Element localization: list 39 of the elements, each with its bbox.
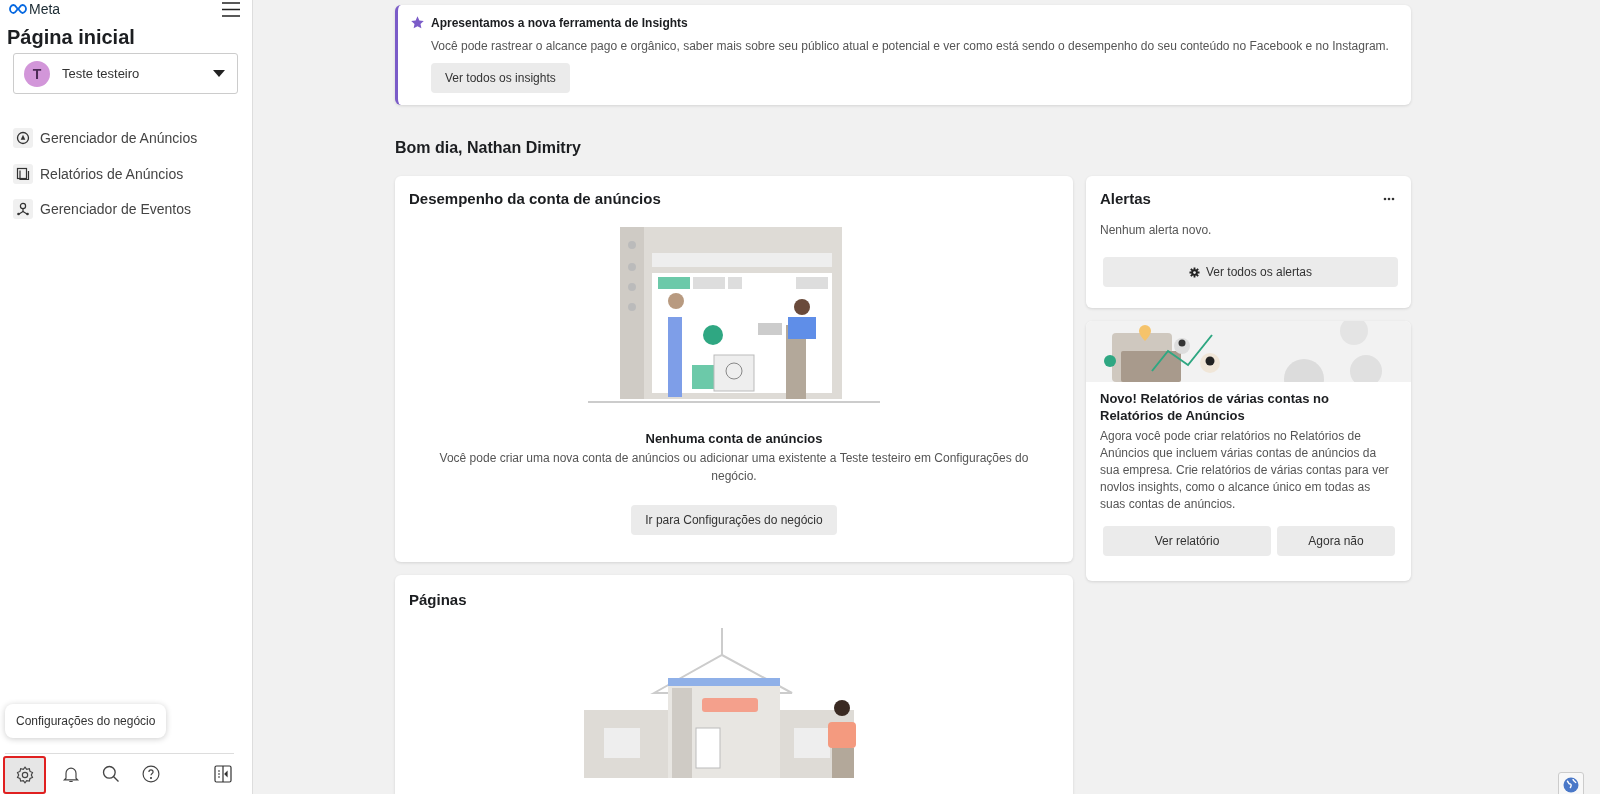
menu-icon[interactable] (222, 1, 240, 17)
empty-text: Você pode criar uma nova conta de anúncios ou adicionar uma existente a Teste testeiro em Configurações do negócio. (439, 450, 1029, 485)
account-avatar: T (24, 60, 50, 87)
report-icon (13, 163, 33, 184)
globe-icon (1563, 777, 1579, 793)
view-report-button[interactable]: Ver relatório (1103, 526, 1271, 556)
gear-icon (1188, 266, 1200, 278)
infinity-logo-icon (9, 4, 27, 14)
tooltip: Configurações do negócio (5, 704, 167, 738)
insights-button[interactable]: Ver todos os insights (431, 63, 570, 93)
business-settings-button[interactable]: Ir para Configurações do negócio (631, 505, 837, 535)
more-options-icon[interactable] (1383, 196, 1395, 201)
alerts-button[interactable]: Ver todos os alertas (1103, 257, 1398, 287)
card-title: Desempenho da conta de anúncios (409, 190, 661, 207)
banner-text: Você pode rastrear o alcance pago e orgânico, saber mais sobre seu público atual e potencial e ver como está sendo o desempenho do seu conteúdo no Facebook e no Instagram. (431, 38, 1390, 55)
star-icon (410, 15, 425, 30)
help-icon (141, 764, 161, 784)
page-title: Página inicial (7, 26, 136, 49)
promo-text: Agora você pode criar relatórios no Relatórios de Anúncios que incluem várias contas de anúncios da sua empresa. Crie relatórios de várias contas para ver novlos insights, como o alcance único em todas as suas contas de anúncios. (1100, 428, 1390, 513)
greeting: Bom dia, Nathan Dimitry (395, 139, 582, 157)
alerts-text: Nenhum alerta novo. (1100, 222, 1213, 239)
card-title: Páginas (409, 591, 468, 608)
nav-item[interactable]: Gerenciador de Anúncios (40, 130, 198, 146)
settings-button[interactable] (3, 756, 46, 794)
card-title: Alertas (1100, 190, 1151, 207)
logo-text: Meta (29, 1, 61, 17)
empty-title: Nenhuma conta de anúncios (645, 431, 823, 446)
language-button[interactable] (1558, 772, 1584, 794)
promo-title: Novo! Relatórios de várias contas no Relatórios de Anúncios (1100, 390, 1330, 424)
caret-icon (213, 70, 225, 77)
network-icon (13, 199, 33, 219)
compass-icon (13, 128, 33, 148)
banner-title: Apresentamos a nova ferramenta de Insights (431, 15, 688, 30)
account-dropdown[interactable]: T Teste testeiro (13, 53, 238, 94)
nav-item[interactable]: Relatórios de Anúncios (40, 165, 184, 182)
search-icon (101, 764, 121, 784)
settings-icon (14, 765, 35, 785)
dismiss-button[interactable]: Agora não (1277, 526, 1395, 556)
nav-item[interactable]: Gerenciador de Eventos (40, 201, 191, 217)
